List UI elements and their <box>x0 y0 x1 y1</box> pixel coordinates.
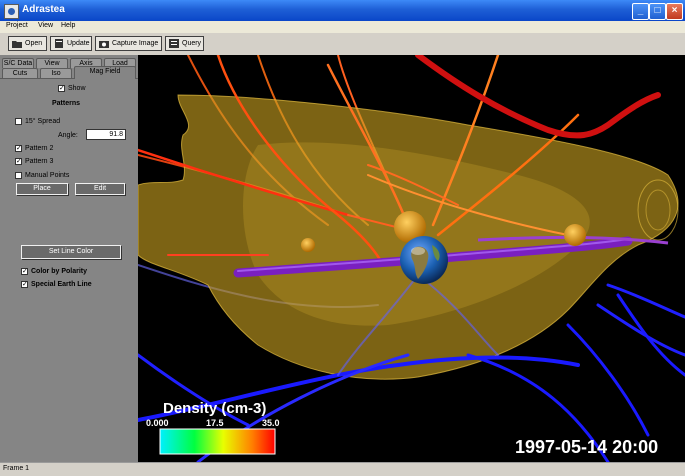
app-icon <box>4 4 19 19</box>
capture-image-button[interactable]: Capture Image <box>95 36 162 51</box>
query-label: Query <box>182 40 202 47</box>
patterns-heading: Patterns <box>52 100 81 107</box>
status-text: Frame 1 <box>3 465 30 472</box>
minimize-button[interactable]: _ <box>632 3 649 20</box>
spread-checkbox[interactable] <box>15 118 22 125</box>
angle-label: Angle: <box>58 132 78 139</box>
open-label: Open <box>25 40 43 47</box>
special-earth-line-checkbox[interactable]: ✓ <box>21 281 28 288</box>
show-label: Show <box>68 85 86 92</box>
tab-sc-data[interactable]: S/C Data <box>2 58 34 68</box>
maximize-button[interactable]: □ <box>649 3 666 20</box>
title-bar[interactable]: Adrastea _ □ × <box>0 0 685 21</box>
tab-cuts[interactable]: Cuts <box>2 68 38 78</box>
color-by-polarity-label: Color by Polarity <box>31 268 88 275</box>
tab-mag-field[interactable]: Mag Field <box>74 66 136 79</box>
show-checkbox[interactable]: ✓ <box>58 85 65 92</box>
moon-sphere-left <box>301 238 315 252</box>
special-earth-line-label: Special Earth Line <box>31 281 92 288</box>
set-line-color-button[interactable]: Set Line Color <box>21 245 121 259</box>
pattern2-checkbox[interactable]: ✓ <box>15 145 22 152</box>
colorbar-max-label: 35.0 <box>262 418 280 428</box>
earth-globe <box>400 236 448 284</box>
pattern2-label: Pattern 2 <box>25 145 54 152</box>
tab-iso[interactable]: Iso <box>40 68 72 78</box>
colorbar-mid-label: 17.5 <box>206 418 224 428</box>
colorbar-min-label: 0.000 <box>146 418 169 428</box>
camera-icon <box>99 41 109 48</box>
open-button[interactable]: Open <box>8 36 47 51</box>
menu-view[interactable]: View <box>38 22 53 29</box>
manual-points-label: Manual Points <box>25 172 70 179</box>
pattern3-checkbox[interactable]: ✓ <box>15 158 22 165</box>
update-button[interactable]: Update <box>50 36 92 51</box>
close-button[interactable]: × <box>666 3 683 20</box>
angle-input[interactable]: 91.8 <box>86 129 126 140</box>
capture-image-label: Capture Image <box>112 40 159 47</box>
window-title: Adrastea <box>22 4 65 15</box>
3d-viewport[interactable]: Density (cm-3) 0.000 17.5 35.0 1997-05-1… <box>138 55 685 462</box>
visualization-svg: Density (cm-3) 0.000 17.5 35.0 1997-05-1… <box>138 55 685 462</box>
query-icon <box>169 39 179 48</box>
colorbar-title: Density (cm-3) <box>163 400 266 417</box>
density-colorbar: Density (cm-3) 0.000 17.5 35.0 <box>146 400 280 455</box>
menu-help[interactable]: Help <box>61 22 75 29</box>
status-bar: Frame 1 <box>0 462 685 476</box>
spread-label: 15° Spread <box>25 118 61 125</box>
manual-points-checkbox[interactable] <box>15 172 22 179</box>
query-button[interactable]: Query <box>165 36 204 51</box>
toolbar: Open Update Capture Image Query <box>0 33 685 56</box>
colorbar-gradient <box>159 428 276 455</box>
document-icon <box>55 39 63 48</box>
update-label: Update <box>67 40 90 47</box>
tab-view[interactable]: View <box>36 58 68 68</box>
timestamp-label: 1997-05-14 20:00 <box>515 437 658 457</box>
pattern3-label: Pattern 3 <box>25 158 54 165</box>
menu-project[interactable]: Project <box>6 22 28 29</box>
folder-icon <box>12 41 22 48</box>
moon-sphere-right <box>564 224 586 246</box>
control-panel: S/C Data View Axis Load Cuts Iso Mag Fie… <box>0 55 138 462</box>
edit-button[interactable]: Edit <box>75 183 125 195</box>
app-window: Adrastea _ □ × Project View Help Open Up… <box>0 0 685 476</box>
color-by-polarity-checkbox[interactable]: ✓ <box>21 268 28 275</box>
menu-bar: Project View Help <box>0 21 685 33</box>
place-button[interactable]: Place <box>16 183 68 195</box>
